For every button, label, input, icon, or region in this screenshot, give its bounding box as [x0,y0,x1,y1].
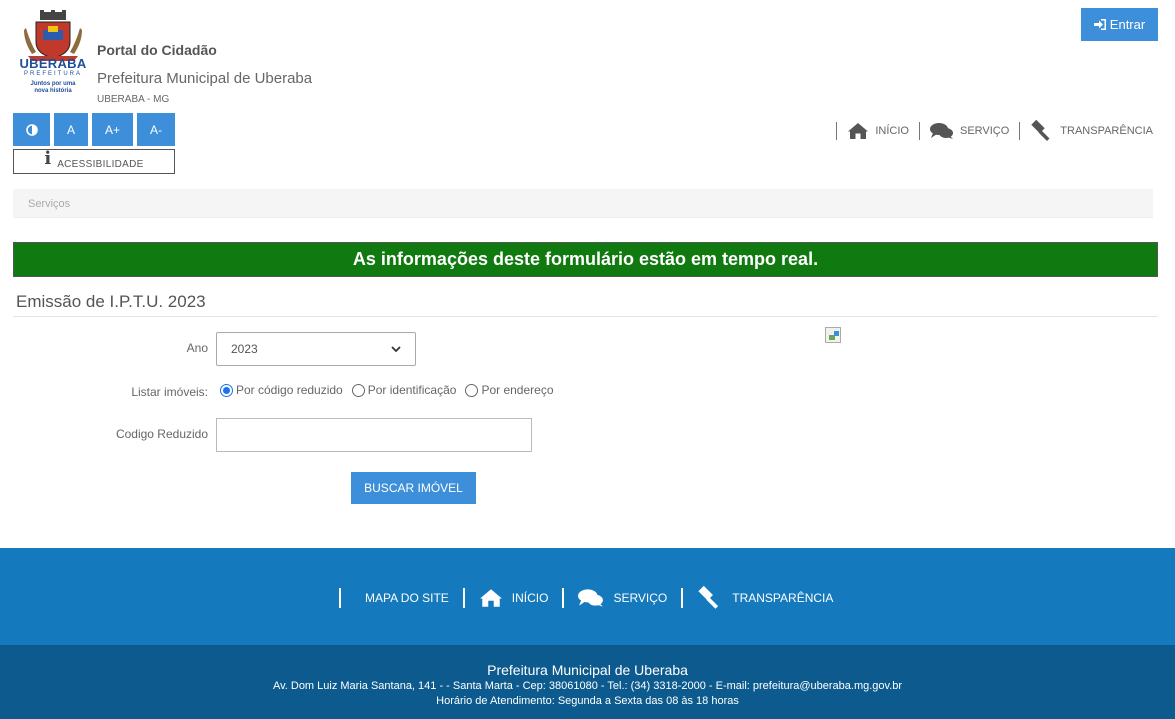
footer-item-transparencia[interactable]: TRANSPARÊNCIA [697,586,833,610]
radio-button[interactable] [220,383,233,397]
logo-subtext: PREFEITURA [23,71,82,77]
login-label: Entrar [1109,17,1146,32]
nav-item-servico[interactable]: SERVIÇO [928,122,1011,140]
home-icon [479,589,502,607]
nav-item-transparencia[interactable]: TRANSPARÊNCIA [1028,120,1155,142]
nav-separator [339,588,341,608]
footer-hours: Horário de Atendimento: Segunda a Sexta … [436,695,739,707]
nav-label: MAPA DO SITE [365,591,449,605]
nav-label: SERVIÇO [613,591,668,605]
nav-label: TRANSPARÊNCIA [732,591,834,605]
login-button[interactable]: Entrar [1081,8,1158,41]
radio-label: Por endereço [481,383,554,397]
footer-nav: MAPA DO SITE INÍCIO SERVIÇO TRANSPARÊNCI… [339,586,833,610]
chevron-down-icon [391,345,401,352]
sign-in-icon [1093,19,1106,30]
contrast-icon [25,123,38,136]
breadcrumb-item-servicos[interactable]: Serviços [28,198,70,210]
list-properties-label: Listar imóveis: [131,385,208,399]
font-increase-button[interactable]: A+ [92,113,133,146]
home-icon [848,123,869,139]
divider [13,316,1158,317]
nav-label: INÍCIO [511,591,549,605]
portal-title: Portal do Cidadão [97,42,217,58]
footer-item-servico[interactable]: SERVIÇO [578,588,667,608]
radio-by-address[interactable]: Por endereço [465,383,554,397]
list-mode-radio-group: Por código reduzido Por identificação Po… [220,383,563,397]
footer-item-sitemap[interactable]: MAPA DO SITE [365,591,449,605]
nav-item-inicio[interactable]: INÍCIO [845,122,911,140]
accessibility-link[interactable]: i ACESSIBILIDADE [13,149,175,174]
year-select-value: 2023 [231,342,258,356]
footer-address: Av. Dom Luiz Maria Santana, 141 - - Sant… [272,680,903,692]
radio-button[interactable] [351,383,365,397]
uberaba-logo[interactable]: UBERABA PREFEITURA Juntos por uma nova h… [18,8,88,98]
footer-item-inicio[interactable]: INÍCIO [479,588,549,608]
top-nav: INÍCIO SERVIÇO TRANSPARÊNCIA [828,120,1155,142]
accessibility-label: ACESSIBILIDADE [57,159,144,170]
info-icon: i [44,148,52,169]
comments-icon [929,123,953,139]
logo-tagline: Juntos por uma nova história [30,81,76,94]
nav-label: INÍCIO [875,125,909,137]
nav-separator [562,588,565,608]
radio-label: Por código reduzido [236,383,343,397]
nav-label: TRANSPARÊNCIA [1060,125,1153,137]
municipality-name: Prefeitura Municipal de Uberaba [97,70,313,87]
breadcrumb: Serviços [13,189,1153,218]
font-decrease-button[interactable]: A- [137,113,175,146]
radio-button[interactable] [465,383,479,397]
comments-icon [578,589,604,607]
nav-separator [462,588,465,608]
footer-info: Prefeitura Municipal de Uberaba Av. Dom … [0,645,1175,719]
form-title: Emissão de I.P.T.U. 2023 [16,292,206,311]
nav-separator [918,122,920,140]
realtime-info-banner: As informações deste formulário estão em… [13,242,1158,277]
year-label: Ano [186,341,208,355]
footer-org-name: Prefeitura Municipal de Uberaba [487,662,688,678]
nav-label: SERVIÇO [959,125,1010,137]
nav-separator [836,122,838,140]
radio-by-reduced-code[interactable]: Por código reduzido [220,383,343,397]
gavel-icon [1031,120,1050,141]
city-state: UBERABA - MG [97,94,170,105]
year-select[interactable]: 2023 [216,332,416,366]
radio-label: Por identificação [367,383,457,397]
reduced-code-label: Codigo Reduzido [115,427,208,441]
logo-text: UBERABA [19,56,87,71]
nav-separator [681,588,684,608]
gavel-icon [698,586,719,609]
broken-image-icon [825,327,841,343]
reduced-code-input[interactable] [216,418,532,452]
nav-separator [1019,122,1021,140]
contrast-button[interactable] [13,113,50,146]
search-property-button[interactable]: BUSCAR IMÓVEL [351,472,476,504]
font-normal-button[interactable]: A [54,113,88,146]
radio-by-identification[interactable]: Por identificação [351,383,457,397]
